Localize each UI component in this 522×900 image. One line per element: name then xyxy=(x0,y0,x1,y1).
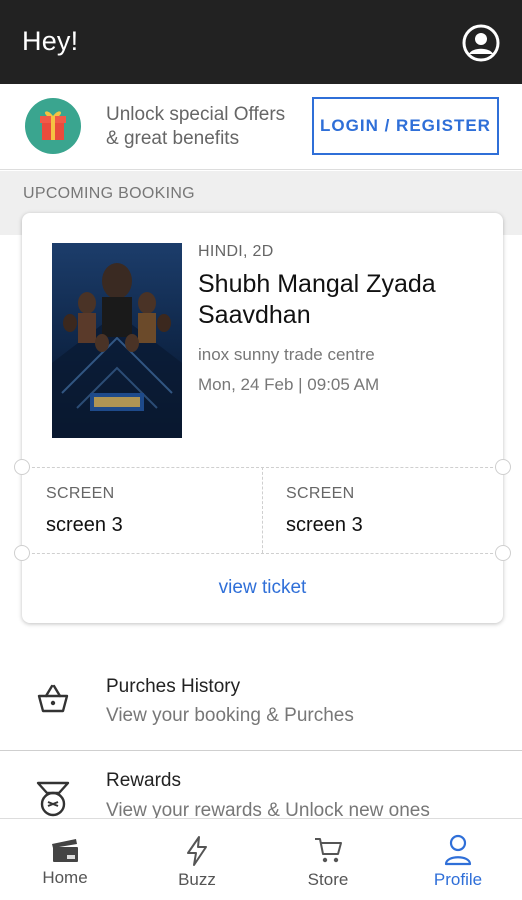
nav-store[interactable]: Store xyxy=(263,819,393,900)
nav-buzz[interactable]: Buzz xyxy=(132,819,262,900)
app-header: Hey! xyxy=(0,0,522,84)
screen-divider xyxy=(262,467,263,553)
screen-value: screen 3 xyxy=(286,514,363,536)
nav-label: Store xyxy=(307,870,349,889)
menu-item-title: Rewards xyxy=(106,770,181,791)
view-ticket-link[interactable]: view ticket xyxy=(22,577,503,599)
basket-icon xyxy=(37,684,69,713)
ticket-notch xyxy=(14,459,30,475)
bottom-navigation: Home Buzz Store Profile xyxy=(0,818,522,900)
screen-label: SCREEN xyxy=(286,485,355,502)
upcoming-booking-heading: UPCOMING BOOKING xyxy=(23,185,195,202)
nav-label: Home xyxy=(42,868,88,887)
promo-line-2: & great benefits xyxy=(106,128,240,149)
promo-text: Unlock special Offers & great benefits xyxy=(106,103,285,151)
promo-line-1: Unlock special Offers xyxy=(106,104,286,125)
movie-title-line-2: Saavdhan xyxy=(198,301,311,329)
screen-info-right: SCREEN screen 3 xyxy=(286,485,363,537)
menu-item-subtitle: View your rewards & Unlock new ones xyxy=(106,800,430,818)
screen-label: SCREEN xyxy=(46,485,115,502)
nav-home[interactable]: Home xyxy=(0,819,130,900)
person-icon xyxy=(444,834,472,866)
menu-item-rewards[interactable]: Rewards View your rewards & Unlock new o… xyxy=(0,751,522,818)
nav-label: Buzz xyxy=(178,870,216,889)
menu-item-purchase-history[interactable]: Purches History View your booking & Purc… xyxy=(0,655,522,750)
ticket-tear-line xyxy=(22,553,503,554)
ticket-notch xyxy=(14,545,30,561)
cart-icon xyxy=(315,838,342,863)
screen-info-left: SCREEN screen 3 xyxy=(46,485,123,537)
booking-card[interactable]: HINDI, 2D Shubh Mangal Zyada Saavdhan in… xyxy=(14,213,511,623)
movie-poster xyxy=(52,243,182,438)
gift-icon xyxy=(25,98,81,154)
movie-title-line-1: Shubh Mangal Zyada xyxy=(198,270,436,298)
cinema-icon xyxy=(52,839,78,862)
nav-profile[interactable]: Profile xyxy=(393,819,522,900)
lightning-icon xyxy=(187,836,207,866)
venue-name: inox sunny trade centre xyxy=(198,345,375,364)
booking-details: HINDI, 2D Shubh Mangal Zyada Saavdhan in… xyxy=(198,243,483,395)
medal-icon xyxy=(36,781,70,817)
movie-title: Shubh Mangal Zyada Saavdhan xyxy=(198,269,483,331)
movie-format: HINDI, 2D xyxy=(198,243,274,260)
login-register-button[interactable]: LOGIN / REGISTER xyxy=(312,97,499,155)
menu-item-title: Purches History xyxy=(106,676,241,697)
show-datetime: Mon, 24 Feb | 09:05 AM xyxy=(198,375,380,394)
ticket-notch xyxy=(495,459,511,475)
header-title: Hey! xyxy=(22,26,79,56)
menu-item-subtitle: View your booking & Purches xyxy=(106,705,354,726)
screen-value: screen 3 xyxy=(46,514,123,536)
ticket-notch xyxy=(495,545,511,561)
nav-label: Profile xyxy=(433,870,483,889)
login-promo-banner: Unlock special Offers & great benefits L… xyxy=(0,84,522,170)
account-circle-icon[interactable] xyxy=(462,24,500,62)
